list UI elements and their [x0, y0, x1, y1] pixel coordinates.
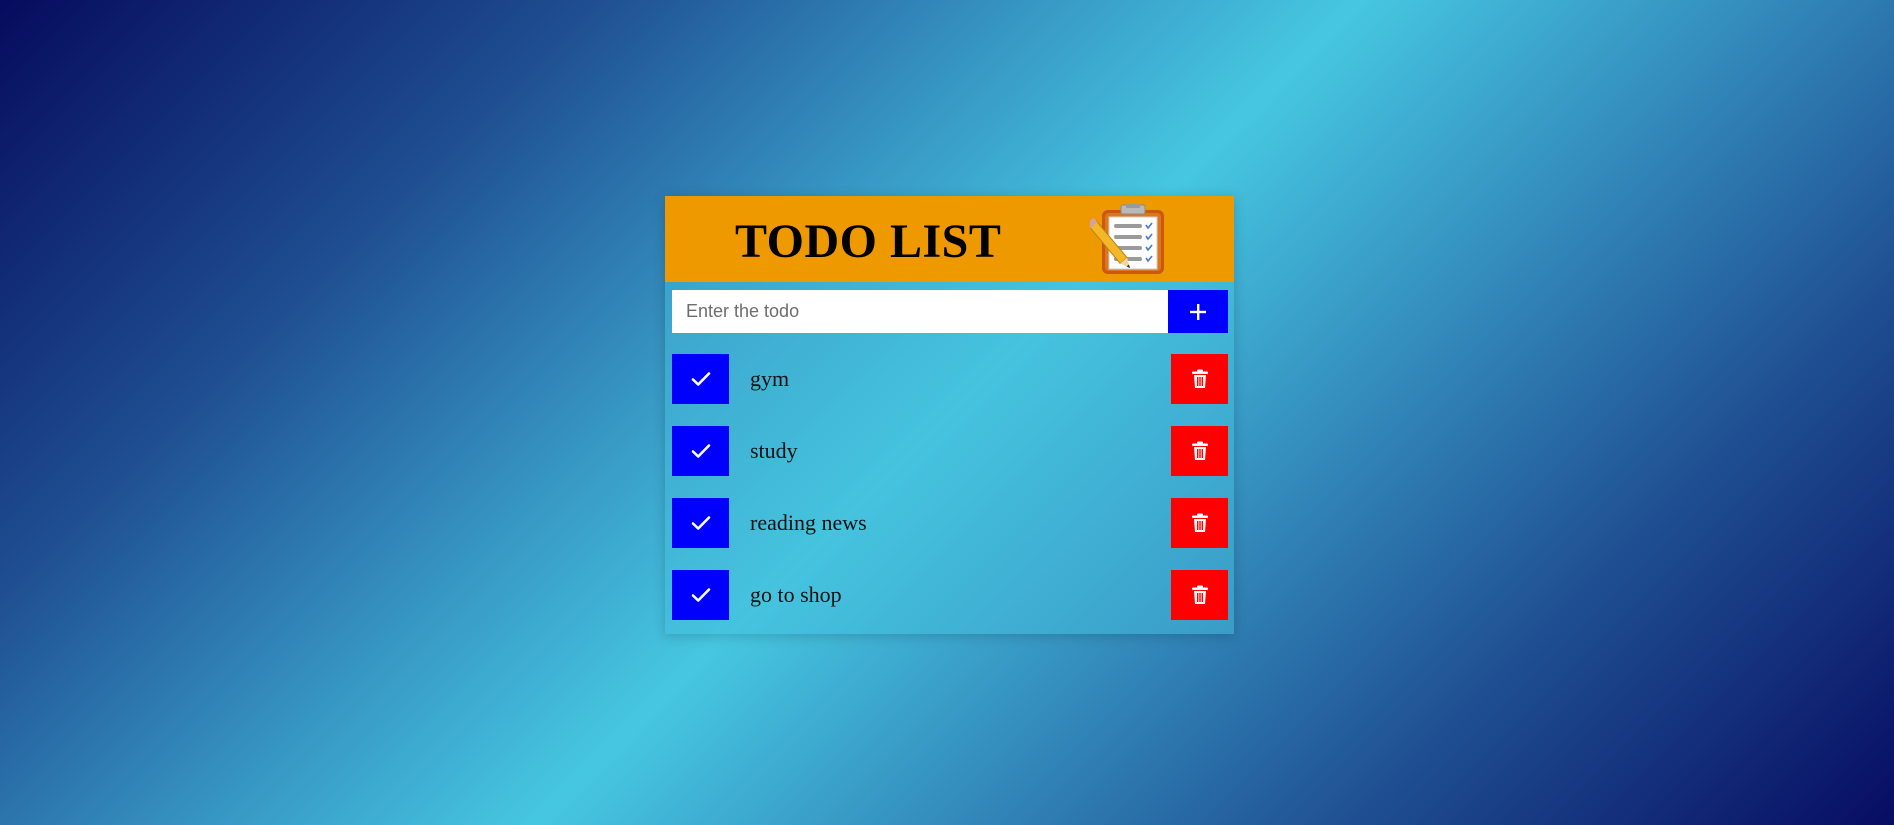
check-icon	[691, 443, 711, 459]
trash-icon	[1191, 441, 1209, 461]
check-icon	[691, 515, 711, 531]
delete-button[interactable]	[1171, 570, 1228, 620]
complete-button[interactable]	[672, 354, 729, 404]
trash-icon	[1191, 513, 1209, 533]
delete-button[interactable]	[1171, 426, 1228, 476]
list-item: reading news	[672, 498, 1228, 548]
list-item: gym	[672, 354, 1228, 404]
todo-text: gym	[750, 366, 790, 391]
trash-icon	[1191, 585, 1209, 605]
delete-button[interactable]	[1171, 354, 1228, 404]
header: TODO LIST	[665, 196, 1234, 282]
list-item: study	[672, 426, 1228, 476]
trash-icon	[1191, 369, 1209, 389]
todo-card: TODO LIST Enter the todo gym study readi…	[665, 196, 1234, 634]
todo-text: go to shop	[750, 582, 842, 607]
todo-text: study	[750, 438, 798, 463]
check-icon	[691, 371, 711, 387]
todo-list: gym study reading news go to shop	[672, 354, 1228, 642]
todo-input-row	[672, 290, 1228, 333]
delete-button[interactable]	[1171, 498, 1228, 548]
todo-text: reading news	[750, 510, 867, 535]
plus-icon	[1188, 302, 1208, 322]
complete-button[interactable]	[672, 570, 729, 620]
clipboard-checklist-icon	[1086, 204, 1170, 276]
todo-input[interactable]	[672, 290, 1168, 333]
complete-button[interactable]	[672, 426, 729, 476]
complete-button[interactable]	[672, 498, 729, 548]
add-todo-button[interactable]	[1168, 290, 1228, 333]
check-icon	[691, 587, 711, 603]
list-item: go to shop	[672, 570, 1228, 620]
page-title: TODO LIST	[735, 215, 1002, 268]
